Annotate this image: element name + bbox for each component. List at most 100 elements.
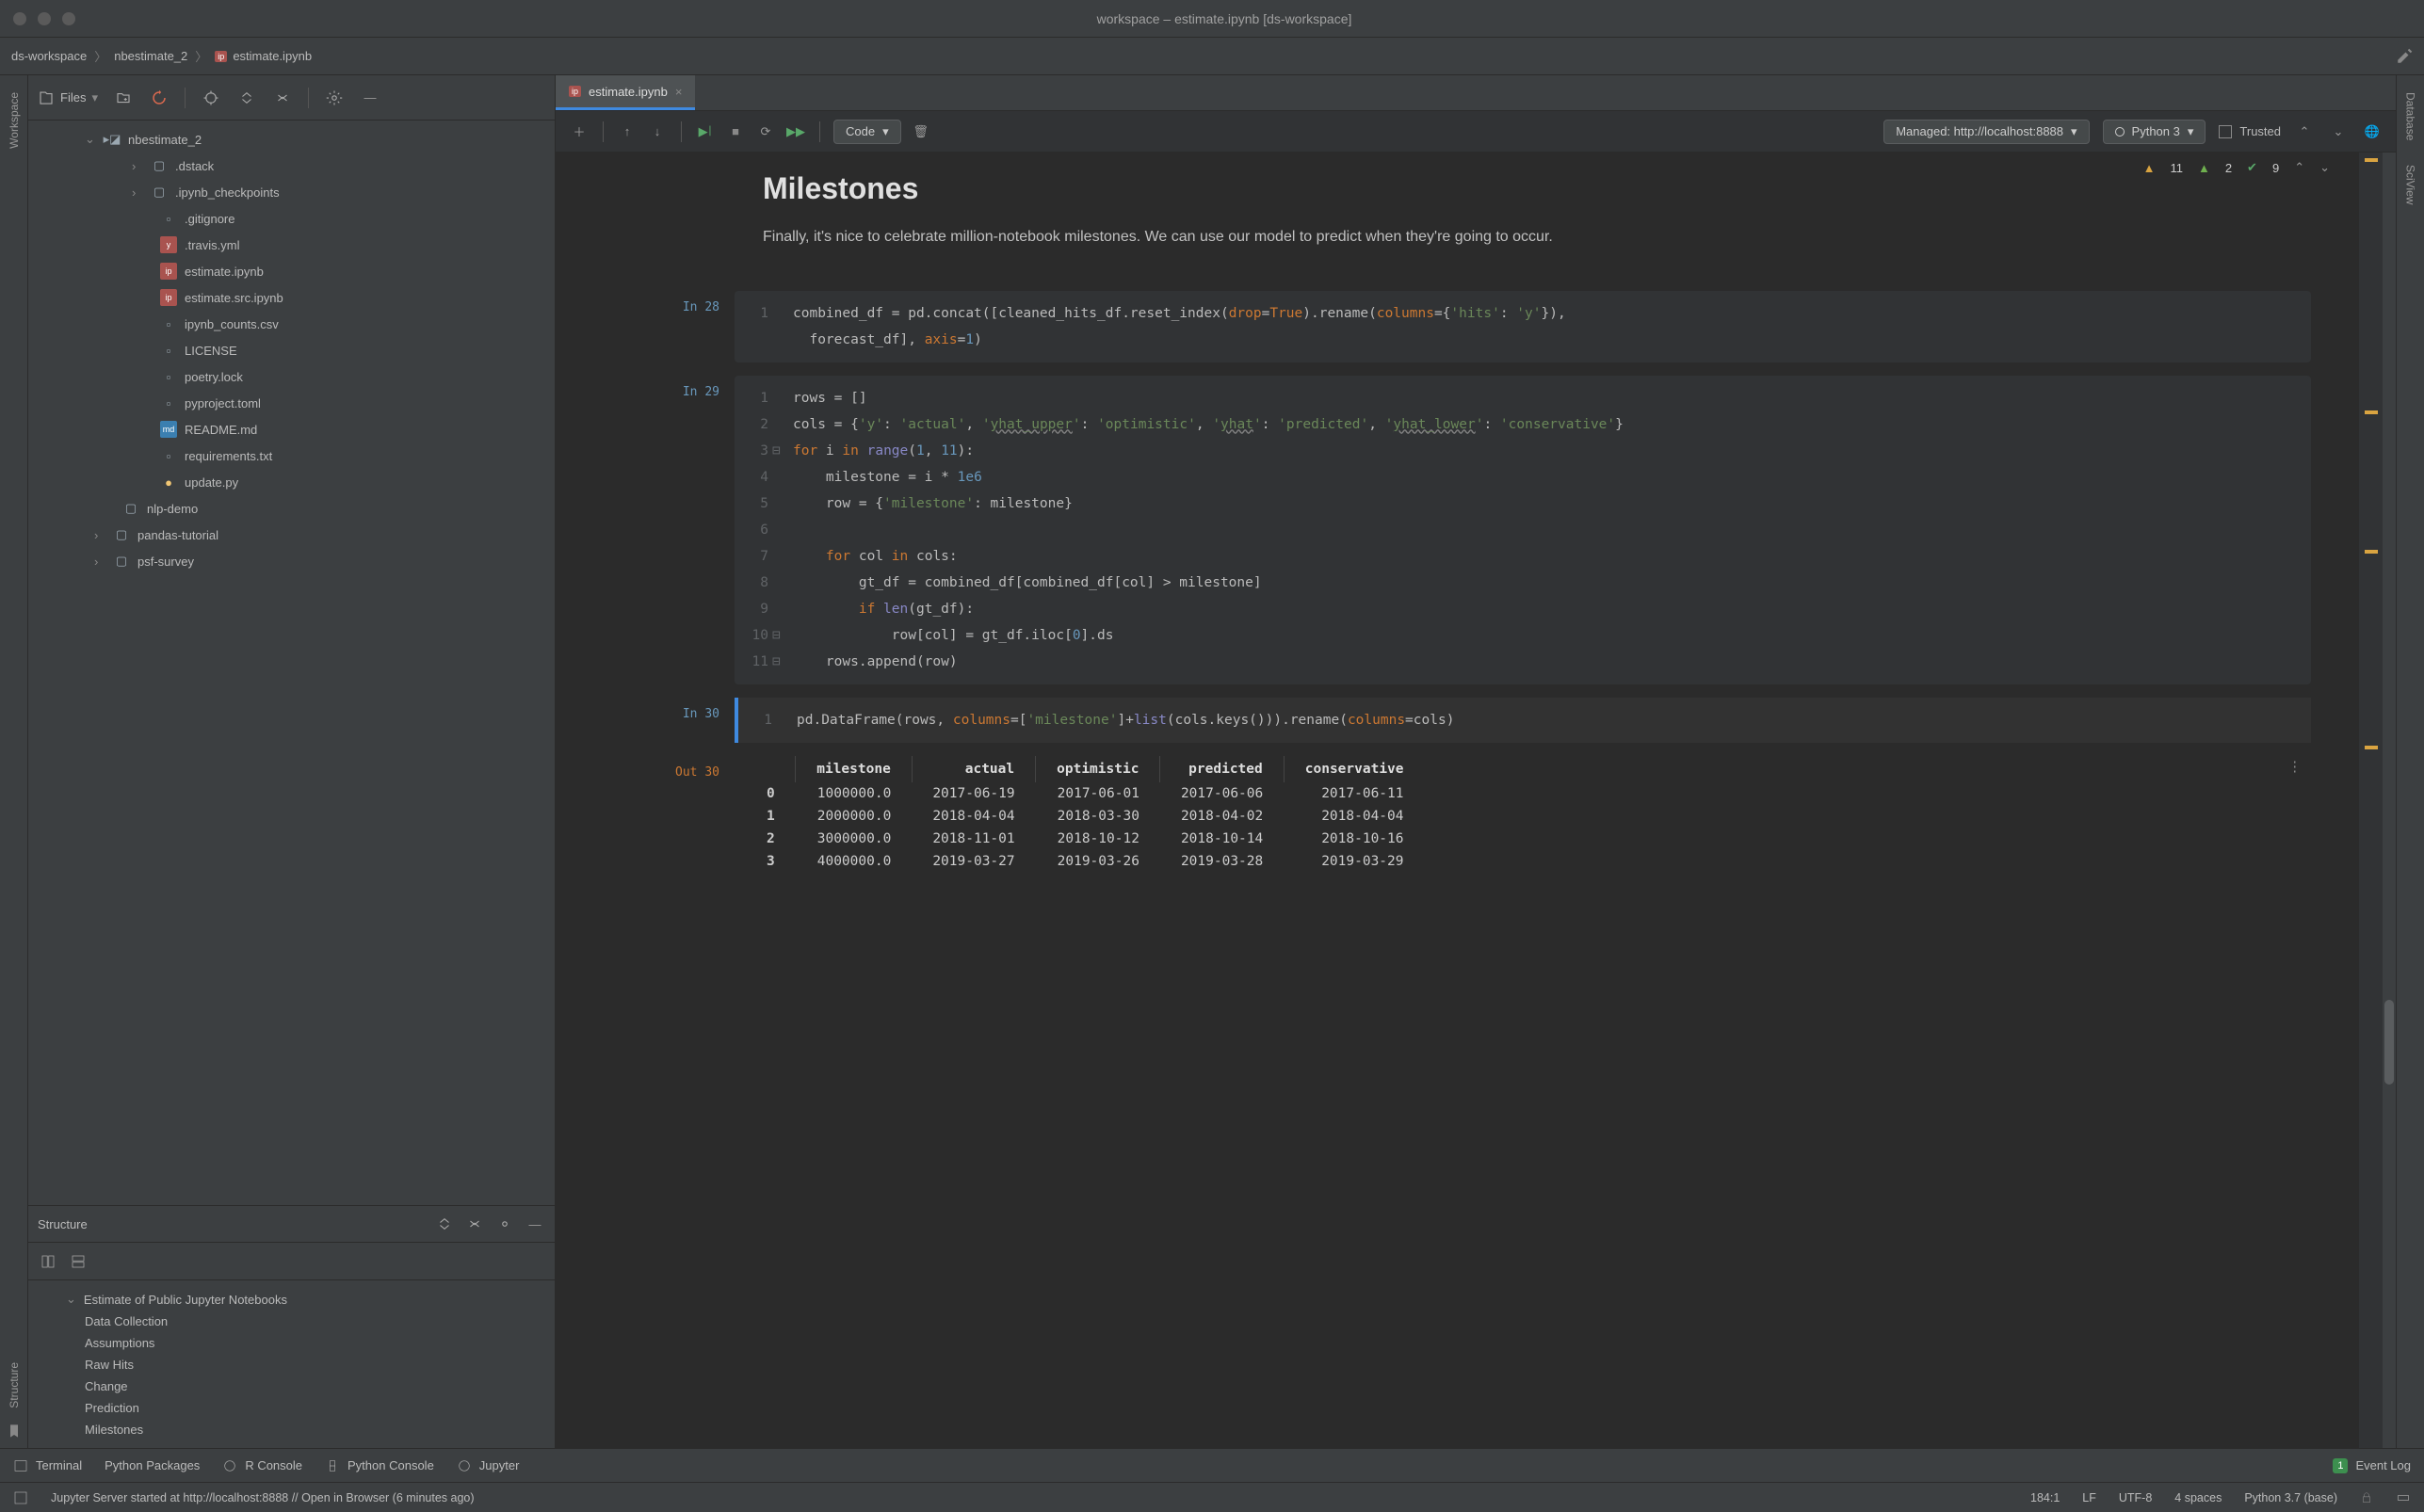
tree-file[interactable]: ●update.py [28,469,555,495]
collapse-all-button[interactable] [272,88,293,108]
tree-file[interactable]: y.travis.yml [28,232,555,258]
move-up-button[interactable]: ↑ [617,121,638,142]
gutter-mark[interactable] [2365,746,2378,749]
gutter-mark[interactable] [2365,550,2378,554]
table-row[interactable]: 01000000.02017-06-192017-06-012017-06-06… [746,782,1425,805]
tree-file[interactable]: ▫requirements.txt [28,442,555,469]
expand-all-button[interactable] [434,1214,455,1234]
tree-folder[interactable]: ▢nlp-demo [28,495,555,522]
side-tab-workspace[interactable]: Workspace [8,83,21,158]
indent-setting[interactable]: 4 spaces [2174,1491,2222,1504]
side-tab-structure[interactable]: Structure [8,1353,21,1418]
kernel-selector[interactable]: Python 3 ▾ [2103,120,2206,144]
stop-button[interactable]: ■ [725,121,746,142]
tool-window-icon[interactable] [13,1490,28,1505]
tree-folder-root[interactable]: ⌄ ▸◪ nbestimate_2 [28,126,555,153]
breadcrumb-folder[interactable]: nbestimate_2 [114,49,187,63]
new-folder-button[interactable] [113,88,134,108]
chevron-up-icon[interactable]: ⌃ [2294,121,2315,142]
delete-cell-button[interactable]: 🗑 [911,121,931,142]
line-ending[interactable]: LF [2082,1491,2096,1504]
tree-file[interactable]: ▫.gitignore [28,205,555,232]
structure-view-icon[interactable] [38,1251,58,1272]
lock-icon[interactable] [2360,1491,2373,1504]
tree-file[interactable]: ▫ipynb_counts.csv [28,311,555,337]
restart-button[interactable]: ⟳ [755,121,776,142]
python-packages-tab[interactable]: Python Packages [105,1458,200,1472]
status-message[interactable]: Jupyter Server started at http://localho… [51,1491,475,1504]
chevron-right-icon[interactable]: › [94,555,105,569]
gutter-mark[interactable] [2365,410,2378,414]
scroll-thumb[interactable] [2384,1000,2394,1085]
chevron-down-icon[interactable]: ⌄ [66,1292,76,1307]
chevron-right-icon[interactable]: › [94,528,105,542]
structure-item[interactable]: Prediction [28,1397,555,1419]
editor-tab[interactable]: ip estimate.ipynb × [556,75,695,110]
refresh-button[interactable] [149,88,170,108]
r-console-tab[interactable]: R Console [222,1458,302,1473]
gutter-mark[interactable] [2365,158,2378,162]
file-encoding[interactable]: UTF-8 [2119,1491,2152,1504]
tree-folder[interactable]: ›▢.ipynb_checkpoints [28,179,555,205]
structure-item[interactable]: Milestones [28,1419,555,1440]
structure-item[interactable]: Raw Hits [28,1354,555,1375]
table-row[interactable]: 34000000.02019-03-272019-03-262019-03-28… [746,850,1425,873]
notebook-body[interactable]: ▲11 ▲2 ✔9 ⌃ ⌄ Milestones Finally, it's n… [556,153,2358,1448]
code-editor[interactable]: 1rows = [] 2cols = {'y': 'actual', 'yhat… [735,376,2311,684]
collapse-all-button[interactable] [464,1214,485,1234]
traffic-min[interactable] [38,12,51,25]
tree-folder[interactable]: ›▢psf-survey [28,548,555,574]
minimize-button[interactable]: — [525,1214,545,1234]
breadcrumb-file[interactable]: estimate.ipynb [233,49,312,63]
tree-file[interactable]: ▫pyproject.toml [28,390,555,416]
scrollbar-vertical[interactable] [2383,153,2396,1448]
structure-item[interactable]: Data Collection [28,1311,555,1332]
move-down-button[interactable]: ↓ [647,121,668,142]
run-cell-button[interactable]: ▶⎮ [695,121,716,142]
bookmarks-icon[interactable] [7,1424,22,1439]
minimize-button[interactable]: — [360,88,380,108]
table-row[interactable]: 12000000.02018-04-042018-03-302018-04-02… [746,805,1425,828]
traffic-close[interactable] [13,12,26,25]
tree-file[interactable]: ipestimate.src.ipynb [28,284,555,311]
jupyter-tab[interactable]: Jupyter [457,1458,520,1473]
close-icon[interactable]: × [675,85,683,99]
breadcrumb-root[interactable]: ds-workspace [11,49,87,63]
python-console-tab[interactable]: Python Console [325,1458,434,1473]
code-editor[interactable]: 1combined_df = pd.concat([cleaned_hits_d… [735,291,2311,362]
more-icon[interactable]: ⋮ [2288,760,2303,775]
structure-tree-icon[interactable] [68,1251,89,1272]
chevron-down-icon[interactable]: ⌄ [2328,121,2349,142]
files-label[interactable]: Files [60,90,86,105]
globe-icon[interactable]: 🌐 [2362,121,2383,142]
inspection-summary[interactable]: ▲11 ▲2 ✔9 ⌃ ⌄ [2143,160,2330,175]
output-dataframe[interactable]: ⋮ milestoneactualoptimisticpredictedcons… [746,756,2311,873]
code-cell-active[interactable]: In 30 1pd.DataFrame(rows, columns=['mile… [574,698,2311,743]
terminal-tab[interactable]: Terminal [13,1458,82,1473]
code-editor[interactable]: 1pd.DataFrame(rows, columns=['milestone'… [738,698,2311,743]
structure-root[interactable]: ⌄ Estimate of Public Jupyter Notebooks [28,1288,555,1311]
traffic-max[interactable] [62,12,75,25]
trusted-checkbox[interactable]: Trusted [2219,124,2281,138]
tree-file[interactable]: ▫LICENSE [28,337,555,363]
tree-folder[interactable]: ›▢pandas-tutorial [28,522,555,548]
chevron-up-icon[interactable]: ⌃ [2294,160,2304,175]
tree-file[interactable]: ipestimate.ipynb [28,258,555,284]
chevron-right-icon[interactable]: › [132,185,143,200]
structure-item[interactable]: Change [28,1375,555,1397]
code-cell[interactable]: In 29 1rows = [] 2cols = {'y': 'actual',… [574,376,2311,684]
interpreter[interactable]: Python 3.7 (base) [2244,1491,2337,1504]
add-cell-button[interactable]: ＋ [569,121,590,142]
gear-icon[interactable] [324,88,345,108]
tree-file[interactable]: mdREADME.md [28,416,555,442]
chevron-down-icon[interactable]: ⌄ [85,132,96,147]
structure-item[interactable]: Assumptions [28,1332,555,1354]
structure-tree[interactable]: ⌄ Estimate of Public Jupyter Notebooks D… [28,1280,555,1448]
markdown-cell[interactable]: Milestones Finally, it's nice to celebra… [556,171,2330,278]
cell-type-selector[interactable]: Code ▾ [833,120,901,144]
memory-indicator-icon[interactable] [2396,1490,2411,1505]
chevron-down-icon[interactable]: ▾ [91,90,98,105]
side-tab-database[interactable]: Database [2404,83,2417,150]
gear-icon[interactable] [494,1214,515,1234]
tree-folder[interactable]: ›▢.dstack [28,153,555,179]
